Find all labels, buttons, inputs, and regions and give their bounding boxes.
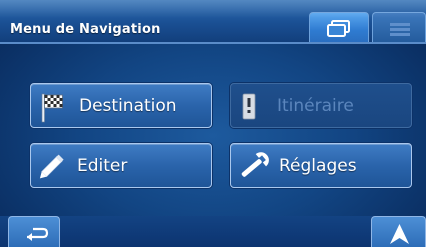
tab-windows-button[interactable] [309, 12, 369, 42]
windows-icon [327, 20, 350, 37]
bottom-bar [0, 216, 426, 247]
list-icon [390, 23, 410, 36]
route-icon [242, 93, 256, 119]
wrench-icon [241, 151, 269, 177]
back-arrow-icon [27, 227, 49, 241]
editer-label: Editer [77, 155, 128, 176]
navigation-arrow-icon [390, 224, 409, 244]
page-title: Menu de Navigation [10, 22, 161, 37]
pencil-icon [39, 154, 64, 178]
destination-label: Destination [79, 95, 177, 116]
reglages-label: Réglages [279, 155, 357, 176]
destination-button[interactable]: Destination [30, 83, 212, 128]
reglages-button[interactable]: Réglages [230, 143, 412, 188]
itineraire-label: Itinéraire [277, 95, 354, 116]
header-bar: Menu de Navigation [0, 0, 426, 44]
flag-icon [41, 93, 63, 122]
editer-button[interactable]: Editer [30, 143, 212, 188]
back-button[interactable] [8, 216, 60, 247]
navigate-button[interactable] [371, 216, 426, 247]
navigation-menu-screen: Menu de Navigation Destination Itinérair… [0, 0, 426, 247]
itineraire-button[interactable]: Itinéraire [230, 83, 412, 128]
tab-list-button[interactable] [372, 12, 426, 42]
